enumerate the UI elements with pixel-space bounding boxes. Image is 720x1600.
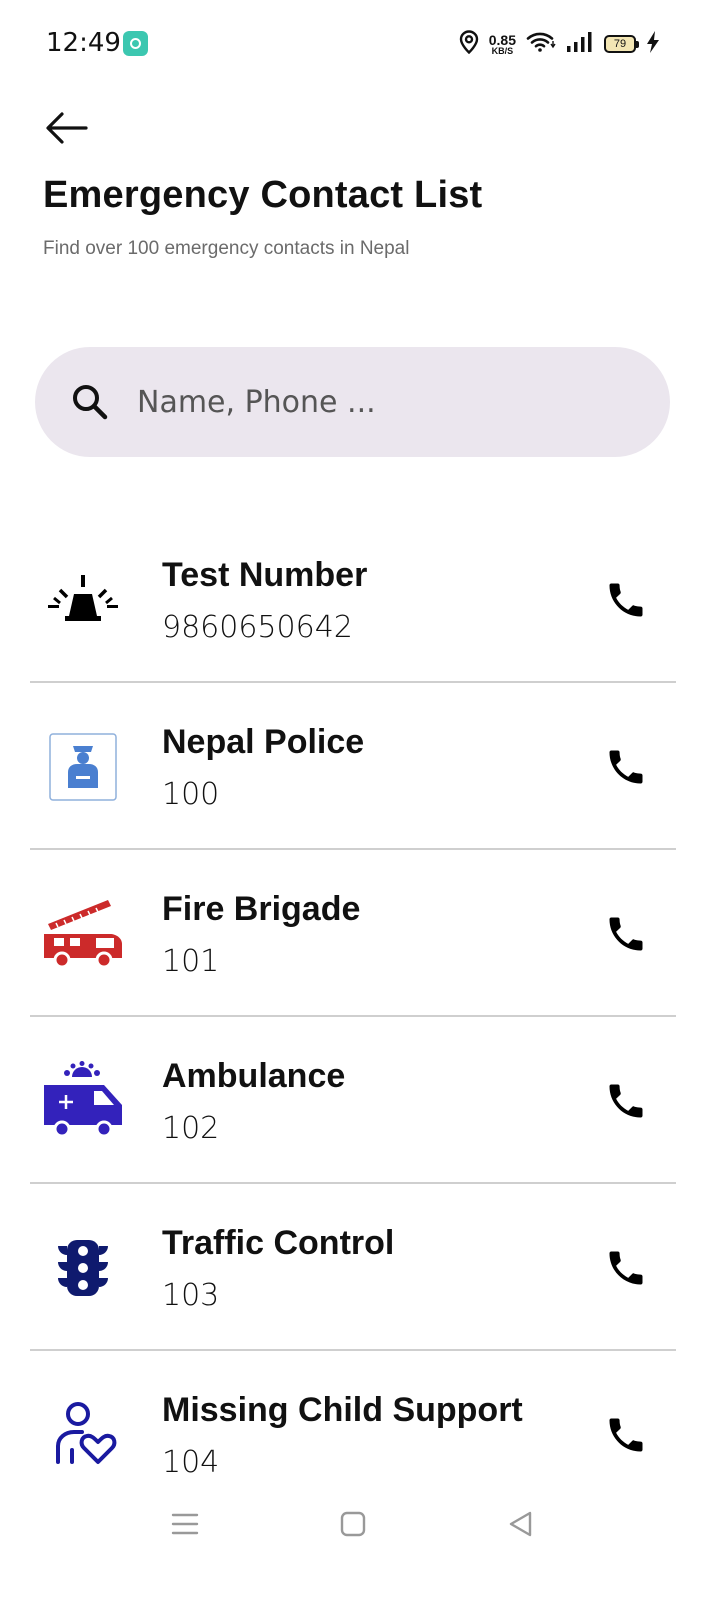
- contact-row[interactable]: Fire Brigade 101: [0, 850, 720, 1017]
- contact-number: 102: [162, 1111, 220, 1146]
- call-button[interactable]: [594, 1071, 658, 1135]
- contact-list: Test Number 9860650642 Nepal Police 100: [0, 516, 720, 1518]
- app-notification-icon: [123, 31, 148, 56]
- contact-row[interactable]: Nepal Police 100: [0, 683, 720, 850]
- child-support-icon: [42, 1397, 124, 1473]
- back-nav-button[interactable]: [498, 1508, 542, 1544]
- contact-name: Traffic Control: [162, 1224, 395, 1262]
- contact-number: 101: [162, 944, 220, 979]
- call-button[interactable]: [594, 737, 658, 801]
- police-icon: [42, 729, 124, 805]
- charging-icon: [646, 30, 660, 59]
- contact-row[interactable]: Test Number 9860650642: [0, 516, 720, 683]
- phone-icon: [604, 1413, 648, 1462]
- net-speed-unit: KB/S: [491, 45, 514, 56]
- contact-number: 103: [162, 1278, 220, 1313]
- contact-row[interactable]: Traffic Control 103: [0, 1184, 720, 1351]
- search-input[interactable]: [137, 377, 637, 427]
- home-square-icon: [340, 1511, 366, 1542]
- status-time: 12:49: [46, 28, 121, 58]
- status-icons: 0.85 KB/S 79: [459, 28, 660, 60]
- call-button[interactable]: [594, 570, 658, 634]
- net-speed-value: 0.85: [488, 31, 516, 48]
- contact-name: Test Number: [162, 556, 368, 594]
- call-button[interactable]: [594, 1238, 658, 1302]
- wifi-icon: [526, 31, 556, 58]
- arrow-left-icon: [44, 111, 88, 150]
- contact-name: Nepal Police: [162, 723, 365, 761]
- phone-icon: [604, 578, 648, 627]
- search-icon: [70, 382, 110, 422]
- battery-icon: 79: [604, 35, 639, 53]
- contact-name: Missing Child Support: [162, 1391, 523, 1429]
- contact-name: Ambulance: [162, 1057, 346, 1095]
- call-button[interactable]: [594, 1405, 658, 1469]
- phone-icon: [604, 745, 648, 794]
- location-icon: [459, 29, 479, 59]
- menu-button[interactable]: [163, 1508, 207, 1544]
- status-bar: 12:49 0.85 KB/S 79: [0, 0, 720, 88]
- system-nav-bar: [0, 1490, 720, 1560]
- phone-icon: [604, 1246, 648, 1295]
- home-button[interactable]: [331, 1508, 375, 1544]
- contact-row[interactable]: Ambulance 102: [0, 1017, 720, 1184]
- menu-icon: [171, 1512, 199, 1541]
- phone-icon: [604, 912, 648, 961]
- contact-name: Fire Brigade: [162, 890, 361, 928]
- siren-icon: [42, 562, 124, 638]
- battery-level: 79: [613, 38, 627, 50]
- back-button[interactable]: [40, 106, 92, 154]
- contact-number: 100: [162, 777, 220, 812]
- call-button[interactable]: [594, 904, 658, 968]
- contact-number: 104: [162, 1445, 220, 1480]
- network-speed: 0.85 KB/S: [489, 33, 516, 56]
- page-title: Emergency Contact List: [43, 174, 483, 216]
- page-subtitle: Find over 100 emergency contacts in Nepa…: [43, 238, 410, 259]
- signal-icon: [566, 31, 594, 58]
- traffic-light-icon: [42, 1230, 124, 1306]
- phone-icon: [604, 1079, 648, 1128]
- back-triangle-icon: [507, 1510, 533, 1543]
- contact-number: 9860650642: [162, 610, 353, 645]
- ambulance-icon: [42, 1061, 124, 1139]
- fire-truck-icon: [42, 896, 124, 972]
